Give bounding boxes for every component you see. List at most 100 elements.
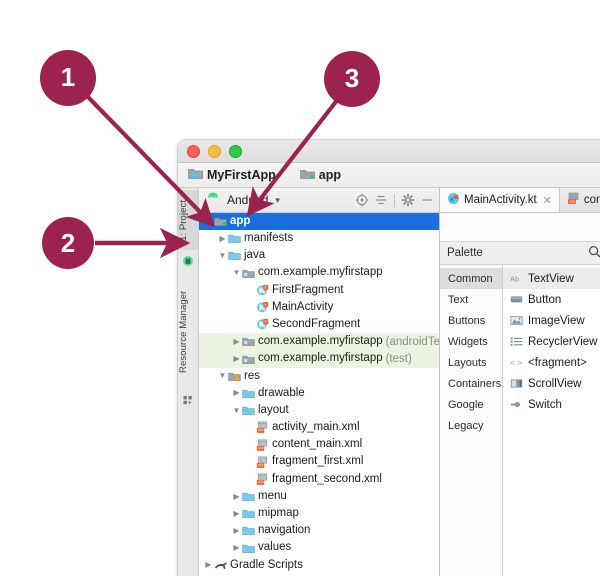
recyclerview-icon xyxy=(510,335,523,348)
palette-title: Palette xyxy=(447,247,483,259)
tree-row-label: manifests xyxy=(244,233,293,245)
editor-tab-content-main[interactable]: </> content_ xyxy=(560,188,600,212)
tree-expander-expanded-icon[interactable]: ▼ xyxy=(217,372,228,380)
search-icon[interactable] xyxy=(588,245,600,261)
tree-expander-collapsed-icon[interactable]: ▶ xyxy=(231,338,242,346)
tree-expander-collapsed-icon[interactable]: ▶ xyxy=(231,389,242,397)
palette-item[interactable]: AbTextView xyxy=(503,268,600,289)
tree-row[interactable]: ▶menu xyxy=(199,488,439,505)
kotlin-class-icon xyxy=(256,284,269,297)
tree-row[interactable]: ▼com.example.myfirstapp xyxy=(199,265,439,282)
tree-expander-collapsed-icon[interactable]: ▶ xyxy=(231,544,242,552)
tree-expander-expanded-icon[interactable]: ▼ xyxy=(231,407,242,415)
sidebar-tab-project[interactable]: 1: Project xyxy=(178,190,198,250)
editor-tab-label: MainActivity.kt xyxy=(464,194,537,206)
palette-category[interactable]: Buttons xyxy=(440,310,502,331)
callout-number-2: 2 xyxy=(48,228,88,259)
project-tree[interactable]: ▼app▶manifests▼java▼com.example.myfirsta… xyxy=(199,213,439,576)
project-view-selector-label[interactable]: Android xyxy=(227,193,268,207)
palette-item[interactable]: < ><fragment> xyxy=(503,352,600,373)
tree-expander-collapsed-icon[interactable]: ▶ xyxy=(203,561,214,569)
collapse-all-icon[interactable] xyxy=(374,193,388,207)
tree-row[interactable]: ▶</>fragment_first.xml xyxy=(199,454,439,471)
tree-row[interactable]: ▶ values xyxy=(199,540,439,557)
tree-row[interactable]: ▼java xyxy=(199,247,439,264)
tree-row-label: com.example.myfirstapp xyxy=(258,353,383,365)
tree-row[interactable]: ▼res xyxy=(199,368,439,385)
palette-category[interactable]: Text xyxy=(440,289,502,310)
folder-icon xyxy=(242,387,255,400)
sidebar-tab-resource-manager[interactable]: Resource Manager xyxy=(178,276,198,388)
palette-item-list[interactable]: AbTextViewButtonImageView RecyclerView < >… xyxy=(503,265,600,576)
android-studio-window: MyFirstApp app 1: Project xyxy=(178,140,600,576)
palette-category[interactable]: Containers xyxy=(440,373,502,394)
palette-item-label: Switch xyxy=(528,399,562,411)
tree-row[interactable]: ▶ com.example.myfirstapp(test) xyxy=(199,351,439,368)
minimize-window-button[interactable] xyxy=(208,145,221,158)
folder-icon xyxy=(242,404,255,417)
breadcrumb-item-module[interactable]: app xyxy=(300,167,341,183)
palette-category[interactable]: Common xyxy=(440,268,502,289)
palette-item[interactable]: ScrollView xyxy=(503,373,600,394)
palette-body: CommonTextButtonsWidgetsLayoutsContainer… xyxy=(440,265,600,576)
android-view-icon xyxy=(206,191,220,209)
target-icon[interactable] xyxy=(355,193,369,207)
palette-item[interactable]: RecyclerView xyxy=(503,331,600,352)
breadcrumb-project-label: MyFirstApp xyxy=(207,168,276,182)
palette-category[interactable]: Legacy xyxy=(440,415,502,436)
callout-circle-1 xyxy=(40,50,96,106)
chevron-down-icon[interactable]: ▾ xyxy=(275,195,280,206)
palette-item[interactable]: Button xyxy=(503,289,600,310)
palette-item-label: RecyclerView xyxy=(528,336,597,348)
tree-row-label: values xyxy=(258,542,291,554)
module-icon xyxy=(214,215,227,228)
palette-item[interactable]: Switch xyxy=(503,394,600,415)
tree-row[interactable]: ▶ manifests xyxy=(199,230,439,247)
tree-row-suffix: (test) xyxy=(386,353,412,365)
tree-row[interactable]: ▶ navigation xyxy=(199,522,439,539)
tree-expander-collapsed-icon[interactable]: ▶ xyxy=(217,235,228,243)
close-window-button[interactable] xyxy=(187,145,200,158)
palette-category[interactable]: Google xyxy=(440,394,502,415)
tree-row[interactable]: ▶MainActivity xyxy=(199,299,439,316)
tree-expander-expanded-icon[interactable]: ▼ xyxy=(217,252,228,260)
tree-row[interactable]: ▶</>content_main.xml xyxy=(199,436,439,453)
palette-category-list[interactable]: CommonTextButtonsWidgetsLayoutsContainer… xyxy=(440,265,503,576)
tree-row[interactable]: ▶mipmap xyxy=(199,505,439,522)
package-icon xyxy=(242,267,255,280)
tree-row-label: navigation xyxy=(258,525,310,537)
tree-expander-collapsed-icon[interactable]: ▶ xyxy=(231,527,242,535)
hide-panel-icon[interactable] xyxy=(420,193,434,207)
tree-expander-expanded-icon[interactable]: ▼ xyxy=(203,218,214,226)
layout-xml-icon: </> xyxy=(256,473,269,486)
tree-row[interactable]: ▶ drawable xyxy=(199,385,439,402)
tree-expander-collapsed-icon[interactable]: ▶ xyxy=(231,355,242,363)
tree-row[interactable]: ▶FirstFragment xyxy=(199,282,439,299)
palette-category[interactable]: Layouts xyxy=(440,352,502,373)
tree-row[interactable]: ▼app xyxy=(199,213,439,230)
tree-row-label: drawable xyxy=(258,388,305,400)
tree-row[interactable]: ▼layout xyxy=(199,402,439,419)
palette-item[interactable]: ImageView xyxy=(503,310,600,331)
settings-gear-icon[interactable] xyxy=(401,193,415,207)
tree-row[interactable]: ▶SecondFragment xyxy=(199,316,439,333)
android-robot-icon xyxy=(182,254,194,266)
kotlin-class-icon: K xyxy=(447,192,460,208)
callout-circle-2 xyxy=(42,217,94,269)
svg-text:K: K xyxy=(450,197,455,204)
close-icon[interactable]: ✕ xyxy=(543,194,552,207)
tree-row[interactable]: ▶com.example.myfirstapp(androidTest) xyxy=(199,333,439,350)
tree-row[interactable]: ▶</>activity_main.xml xyxy=(199,419,439,436)
editor-tab-mainactivity[interactable]: K MainActivity.kt ✕ xyxy=(440,188,560,212)
tree-expander-collapsed-icon[interactable]: ▶ xyxy=(231,510,242,518)
tree-row[interactable]: ▶</>fragment_second.xml xyxy=(199,471,439,488)
tree-row-label: SecondFragment xyxy=(272,319,360,331)
svg-text:Ab: Ab xyxy=(510,275,519,284)
tree-expander-expanded-icon[interactable]: ▼ xyxy=(231,269,242,277)
palette-category[interactable]: Widgets xyxy=(440,331,502,352)
breadcrumb-item-project[interactable]: MyFirstApp xyxy=(188,167,276,183)
zoom-window-button[interactable] xyxy=(229,145,242,158)
tree-expander-collapsed-icon[interactable]: ▶ xyxy=(231,493,242,501)
tree-row[interactable]: ▶Gradle Scripts xyxy=(199,557,439,574)
editor-tabstrip: K MainActivity.kt ✕ </> xyxy=(440,188,600,213)
